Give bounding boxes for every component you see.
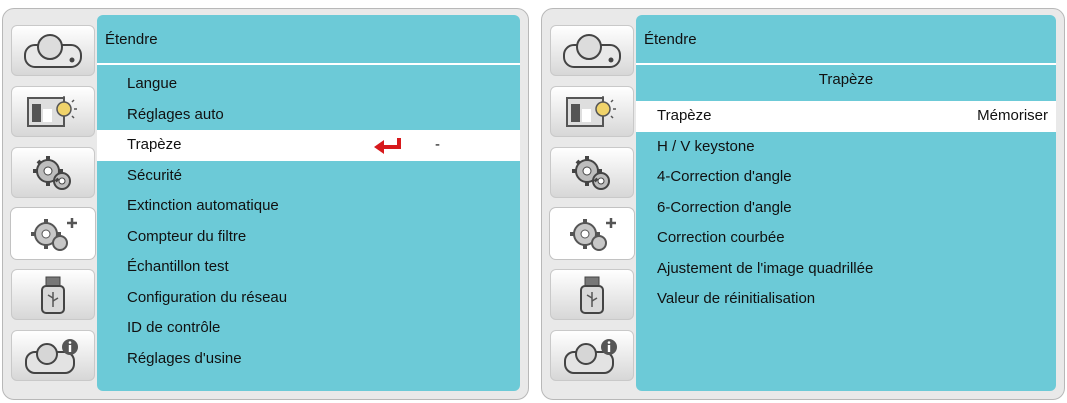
enter-arrow-icon — [374, 138, 401, 154]
menu-item-label: Configuration du réseau — [127, 288, 288, 306]
sidebar — [11, 25, 95, 391]
submenu-item-trapeze[interactable]: Trapèze Mémoriser — [636, 101, 1056, 132]
submenu-item-hv-keystone[interactable]: H / V keystone — [636, 132, 1056, 163]
menu-list: Langue Réglages auto Trapèze - Sécurité … — [97, 69, 520, 374]
menu-item-label: Extinction automatique — [127, 197, 279, 214]
menu-item-label: Réglages auto — [127, 105, 224, 123]
menu-item-label: Compteur du filtre — [127, 227, 247, 245]
menu-item-reglages-auto[interactable]: Réglages auto — [97, 100, 520, 131]
submenu-title: Trapèze — [818, 71, 874, 88]
projector-icon[interactable] — [11, 25, 95, 76]
submenu-item-6-correction-angle[interactable]: 6-Correction d'angle — [636, 193, 1056, 224]
submenu-item-label: 4-Correction d'angle — [657, 168, 792, 185]
submenu-item-label: Ajustement de l'image quadrillée — [657, 259, 874, 277]
submenu-item-4-correction-angle[interactable]: 4-Correction d'angle — [636, 162, 1056, 193]
submenu-item-ajustement-image-quadrillee[interactable]: Ajustement de l'image quadrillée — [636, 254, 1056, 285]
right-menu-panel: Étendre Trapèze Trapèze Mémoriser H / V … — [541, 8, 1065, 400]
menu-item-compteur-du-filtre[interactable]: Compteur du filtre — [97, 222, 520, 253]
submenu-item-label: Valeur de réinitialisation — [657, 290, 816, 307]
settings-icon[interactable] — [550, 147, 634, 198]
menu-item-extinction-automatique[interactable]: Extinction automatique — [97, 191, 520, 222]
information-icon[interactable] — [11, 330, 95, 381]
image-adjust-icon[interactable] — [550, 86, 634, 137]
submenu-item-correction-courbee[interactable]: Correction courbée — [636, 223, 1056, 254]
submenu-item-label: Trapèze — [657, 107, 712, 124]
menu-item-langue[interactable]: Langue — [97, 69, 520, 100]
submenu-item-label: H / V keystone — [657, 137, 755, 155]
menu-item-id-de-controle[interactable]: ID de contrôle — [97, 313, 520, 344]
image-adjust-icon[interactable] — [11, 86, 95, 137]
projector-icon[interactable] — [550, 25, 634, 76]
usb-icon[interactable] — [550, 269, 634, 320]
menu-area: Étendre Trapèze Trapèze Mémoriser H / V … — [636, 15, 1056, 391]
menu-item-label: Trapèze — [127, 136, 182, 153]
title-divider — [97, 63, 520, 65]
menu-item-label: Langue — [127, 75, 178, 92]
menu-title: Étendre — [644, 31, 697, 48]
extended-settings-icon[interactable] — [550, 208, 634, 259]
information-icon[interactable] — [550, 330, 634, 381]
left-menu-panel: Étendre Langue Réglages auto Trapèze - S… — [2, 8, 529, 400]
usb-icon[interactable] — [11, 269, 95, 320]
menu-item-reglages-usine[interactable]: Réglages d'usine — [97, 344, 520, 375]
menu-item-trapeze[interactable]: Trapèze - — [97, 130, 520, 161]
menu-item-value: - — [435, 136, 440, 153]
menu-item-label: Sécurité — [127, 166, 183, 184]
menu-item-echantillon-test[interactable]: Échantillon test — [97, 252, 520, 283]
menu-item-label: Réglages d'usine — [127, 349, 242, 367]
extended-settings-icon[interactable] — [11, 208, 95, 259]
menu-item-label: ID de contrôle — [127, 319, 221, 336]
sidebar — [550, 25, 634, 391]
submenu-item-value: Mémoriser — [977, 107, 1048, 124]
menu-item-securite[interactable]: Sécurité — [97, 161, 520, 192]
submenu-list: Trapèze Mémoriser H / V keystone 4-Corre… — [636, 101, 1056, 315]
menu-area: Étendre Langue Réglages auto Trapèze - S… — [97, 15, 520, 391]
menu-item-configuration-reseau[interactable]: Configuration du réseau — [97, 283, 520, 314]
submenu-item-label: 6-Correction d'angle — [657, 198, 792, 216]
menu-title: Étendre — [105, 31, 158, 48]
menu-item-label: Échantillon test — [127, 258, 229, 275]
title-divider — [636, 63, 1056, 65]
submenu-item-valeur-reinitialisation[interactable]: Valeur de réinitialisation — [636, 284, 1056, 315]
settings-icon[interactable] — [11, 147, 95, 198]
submenu-item-label: Correction courbée — [657, 229, 785, 246]
